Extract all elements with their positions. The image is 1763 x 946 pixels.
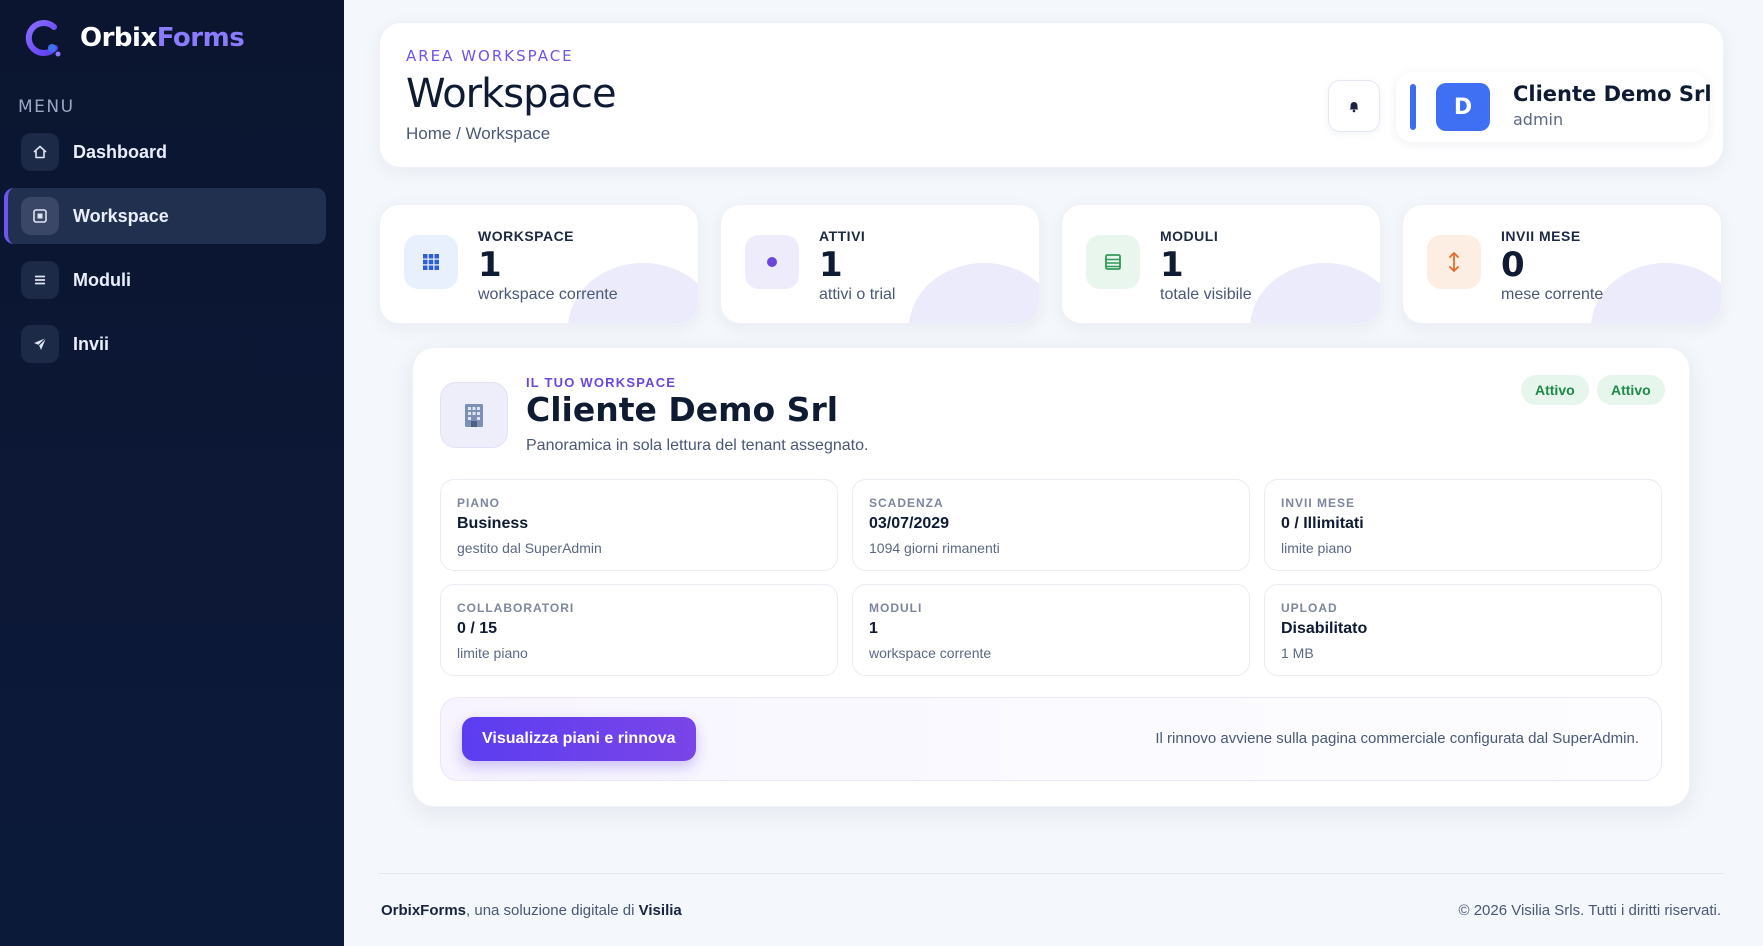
renew-note: Il rinnovo avviene sulla pagina commerci… (1155, 730, 1639, 747)
status-badge: Attivo (1597, 375, 1665, 405)
breadcrumb[interactable]: Home / Workspace (406, 124, 550, 144)
info-label: UPLOAD (1281, 601, 1338, 615)
workspace-description: Panoramica in sola lettura del tenant as… (526, 437, 869, 454)
page-header: AREA WORKSPACE Workspace Home / Workspac… (379, 22, 1724, 168)
user-menu[interactable]: D Cliente Demo Srl admin (1396, 72, 1712, 142)
info-value: 03/07/2029 (869, 515, 950, 532)
building-icon (440, 382, 508, 448)
footer-credits: OrbixForms, una soluzione digitale di Vi… (381, 902, 682, 919)
stat-sub: totale visibile (1160, 286, 1252, 303)
decorative-blob (909, 263, 1039, 323)
status-badge: Attivo (1521, 375, 1589, 405)
info-card-scadenza: SCADENZA 03/07/2029 1094 giorni rimanent… (852, 479, 1250, 571)
table-icon (1086, 235, 1140, 289)
sidebar-item-dashboard[interactable]: Dashboard (4, 124, 326, 180)
brand-logo[interactable]: OrbixForms (22, 18, 245, 58)
stat-label: ATTIVI (819, 228, 866, 244)
info-card-invii-mese: INVII MESE 0 / Illimitati limite piano (1264, 479, 1662, 571)
stat-card-workspace: WORKSPACE 1 workspace corrente (379, 204, 699, 324)
brand-name: OrbixForms (80, 23, 245, 53)
user-role: admin (1513, 110, 1564, 129)
user-name: Cliente Demo Srl (1513, 82, 1712, 106)
grid-icon (404, 235, 458, 289)
info-card-collaboratori: COLLABORATORI 0 / 15 limite piano (440, 584, 838, 676)
sidebar-item-label: Workspace (73, 205, 169, 226)
footer-company-link[interactable]: Visilia (639, 902, 682, 919)
stat-card-moduli: MODULI 1 totale visibile (1061, 204, 1381, 324)
sidebar-item-label: Dashboard (73, 141, 168, 162)
stat-card-invii: INVII MESE 0 mese corrente (1402, 204, 1722, 324)
info-sub: limite piano (1281, 540, 1352, 556)
info-value: 0 / Illimitati (1281, 515, 1364, 532)
info-value: Disabilitato (1281, 620, 1368, 637)
workspace-kicker: IL TUO WORKSPACE (526, 375, 677, 390)
footer-middle-text: , una soluzione digitale di (466, 902, 639, 919)
footer-brand: OrbixForms (381, 902, 467, 919)
send-icon (21, 325, 59, 363)
sidebar-item-label: Moduli (73, 269, 131, 290)
stat-sub: attivi o trial (819, 286, 896, 303)
info-value: Business (457, 515, 529, 532)
stat-value: 1 (1160, 245, 1184, 285)
stat-label: MODULI (1160, 228, 1219, 244)
dot-icon (745, 235, 799, 289)
info-label: INVII MESE (1281, 496, 1356, 510)
sidebar-item-label: Invii (73, 333, 110, 354)
list-icon (21, 261, 59, 299)
arrows-icon (1427, 235, 1481, 289)
page-title: Workspace (406, 71, 617, 117)
info-value: 1 (869, 620, 878, 637)
workspace-card: IL TUO WORKSPACE Cliente Demo Srl Panora… (412, 347, 1690, 807)
footer-copyright: © 2026 Visilia Srls. Tutti i diritti ris… (1458, 902, 1721, 919)
info-card-moduli: MODULI 1 workspace corrente (852, 584, 1250, 676)
workspace-name: Cliente Demo Srl (526, 390, 839, 429)
decorative-blob (1250, 263, 1380, 323)
info-label: MODULI (869, 601, 923, 615)
stat-value: 0 (1501, 245, 1525, 285)
sidebar-item-moduli[interactable]: Moduli (4, 252, 326, 308)
info-label: SCADENZA (869, 496, 944, 510)
orbix-logo-icon (25, 20, 61, 57)
sidebar-item-invii[interactable]: Invii (4, 316, 326, 372)
workspace-icon (21, 197, 59, 235)
info-sub: workspace corrente (869, 645, 992, 661)
info-label: COLLABORATORI (457, 601, 575, 615)
stat-value: 1 (819, 245, 843, 285)
notifications-button[interactable] (1328, 80, 1380, 132)
info-sub: 1094 giorni rimanenti (869, 540, 1000, 556)
home-icon (21, 133, 59, 171)
avatar: D (1436, 83, 1490, 131)
stat-sub: mese corrente (1501, 286, 1604, 303)
info-card-upload: UPLOAD Disabilitato 1 MB (1264, 584, 1662, 676)
stat-label: WORKSPACE (478, 228, 575, 244)
sidebar-item-workspace[interactable]: Workspace (4, 188, 326, 244)
stat-sub: workspace corrente (478, 286, 618, 303)
view-plans-renew-button[interactable]: Visualizza piani e rinnova (462, 717, 696, 761)
footer-divider (379, 873, 1724, 874)
renew-panel: Visualizza piani e rinnova Il rinnovo av… (440, 697, 1662, 781)
stat-label: INVII MESE (1501, 228, 1581, 244)
area-label: AREA WORKSPACE (406, 47, 574, 65)
info-sub: limite piano (457, 645, 528, 661)
stat-value: 1 (478, 245, 502, 285)
info-sub: gestito dal SuperAdmin (457, 540, 602, 556)
info-label: PIANO (457, 496, 501, 510)
info-sub: 1 MB (1281, 645, 1314, 661)
menu-title: MENU (18, 97, 75, 117)
sidebar: OrbixForms MENU Dashboard Workspace Modu… (0, 0, 344, 946)
info-card-piano: PIANO Business gestito dal SuperAdmin (440, 479, 838, 571)
bell-icon (1349, 102, 1359, 113)
decorative-blob (1591, 263, 1721, 323)
user-accent-bar (1410, 84, 1416, 130)
stat-card-attivi: ATTIVI 1 attivi o trial (720, 204, 1040, 324)
info-value: 0 / 15 (457, 620, 498, 637)
